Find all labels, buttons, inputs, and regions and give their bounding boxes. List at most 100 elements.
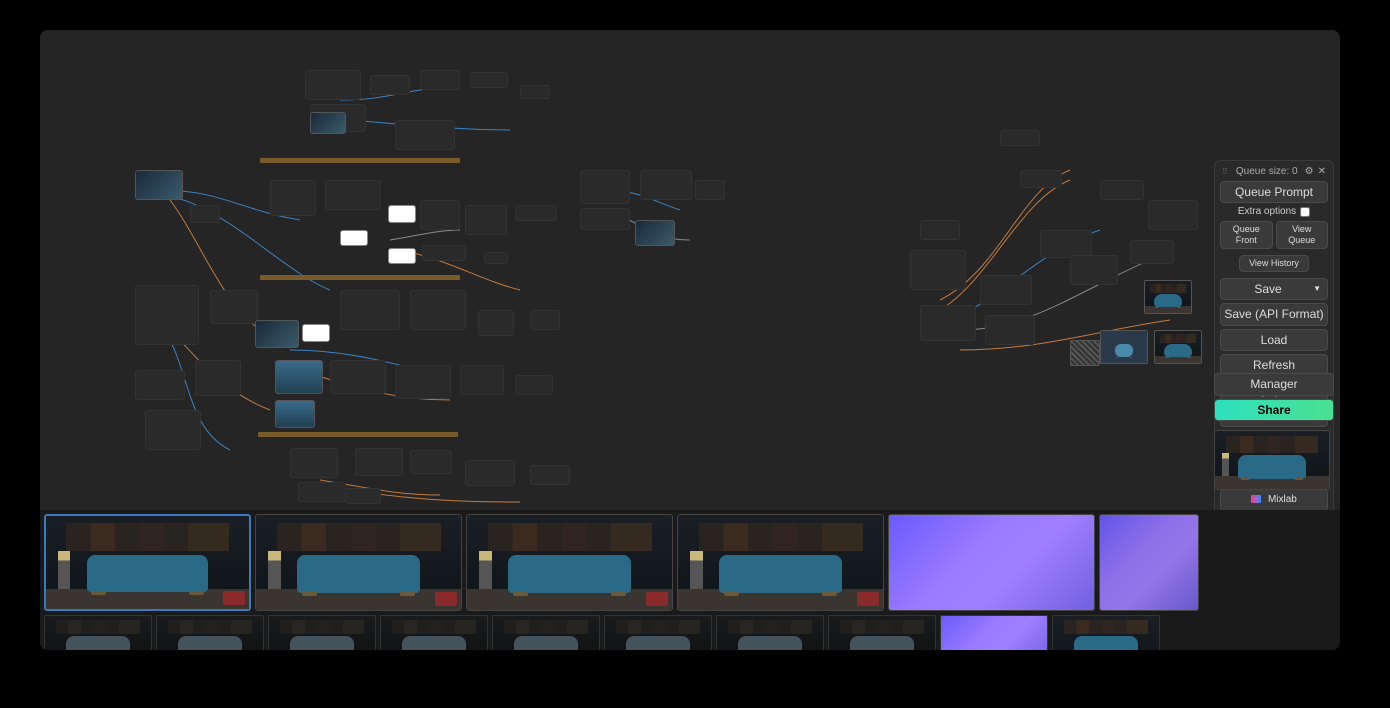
graph-node[interactable] (470, 72, 508, 88)
graph-node[interactable] (1100, 180, 1144, 200)
gallery-thumb[interactable] (492, 615, 600, 650)
graph-node[interactable] (515, 205, 557, 221)
graph-node[interactable] (145, 410, 201, 450)
graph-node[interactable] (920, 305, 976, 341)
gallery-row-top (44, 514, 1199, 611)
extra-options-row: Extra options (1220, 206, 1328, 217)
graph-node[interactable] (460, 365, 504, 395)
close-icon[interactable]: ✕ (1318, 166, 1326, 177)
graph-group-bar (258, 432, 458, 437)
graph-node[interactable] (910, 250, 966, 290)
graph-node[interactable] (370, 75, 410, 95)
graph-node[interactable] (1130, 240, 1174, 264)
drag-handle-icon[interactable]: ⠿ (1222, 167, 1229, 176)
graph-node[interactable] (465, 205, 507, 235)
queue-front-button[interactable]: Queue Front (1220, 221, 1273, 249)
graph-node[interactable] (395, 365, 451, 399)
gallery-thumb[interactable] (828, 615, 936, 650)
graph-node[interactable] (980, 275, 1032, 305)
gallery-thumb[interactable] (1052, 615, 1160, 650)
graph-node[interactable] (135, 285, 199, 345)
manager-button[interactable]: Manager (1214, 373, 1334, 395)
graph-node[interactable] (275, 360, 323, 394)
gallery-thumb[interactable] (466, 514, 673, 611)
graph-node[interactable] (340, 230, 368, 246)
gallery-thumb[interactable] (1099, 514, 1199, 611)
graph-node[interactable] (530, 310, 560, 330)
graph-node[interactable] (985, 315, 1035, 345)
graph-node[interactable] (420, 200, 460, 230)
graph-node[interactable] (388, 205, 416, 223)
graph-node[interactable] (695, 180, 725, 200)
gallery-thumb[interactable] (677, 514, 884, 611)
graph-node[interactable] (422, 245, 466, 261)
queue-prompt-button[interactable]: Queue Prompt (1220, 181, 1328, 203)
graph-node[interactable] (1020, 170, 1062, 188)
gear-icon[interactable]: ⚙ (1305, 166, 1314, 177)
gallery-thumb[interactable] (44, 615, 152, 650)
graph-node[interactable] (190, 205, 220, 223)
graph-node[interactable] (1000, 130, 1040, 146)
queue-size-label: Queue size: (1236, 166, 1289, 177)
graph-node[interactable] (355, 448, 403, 476)
graph-node[interactable] (298, 482, 346, 502)
extra-options-checkbox[interactable] (1300, 207, 1310, 217)
view-queue-button[interactable]: View Queue (1276, 221, 1329, 249)
graph-node[interactable] (135, 370, 185, 400)
graph-node[interactable] (478, 310, 514, 336)
graph-node[interactable] (580, 170, 630, 204)
graph-node[interactable] (465, 460, 515, 486)
graph-node[interactable] (420, 70, 460, 90)
graph-node[interactable] (345, 488, 381, 504)
graph-node[interactable] (520, 85, 550, 99)
graph-node[interactable] (1040, 230, 1092, 258)
graph-node[interactable] (325, 180, 381, 210)
graph-node[interactable] (395, 120, 455, 150)
graph-node[interactable] (635, 220, 675, 246)
graph-node[interactable] (1070, 255, 1118, 285)
share-button[interactable]: Share (1214, 399, 1334, 421)
graph-node[interactable] (195, 360, 241, 396)
graph-node[interactable] (640, 170, 692, 200)
graph-node[interactable] (410, 450, 452, 474)
gallery-thumb[interactable] (604, 615, 712, 650)
gallery-thumb[interactable] (888, 514, 1095, 611)
graph-node[interactable] (515, 375, 553, 395)
node-graph-canvas[interactable] (40, 30, 1340, 510)
gallery-thumb[interactable] (940, 615, 1048, 650)
graph-node[interactable] (920, 220, 960, 240)
flag-badge (223, 591, 245, 605)
graph-node[interactable] (290, 448, 338, 478)
graph-node[interactable] (580, 208, 630, 230)
view-history-button[interactable]: View History (1239, 255, 1309, 272)
graph-node[interactable] (305, 70, 361, 100)
graph-node[interactable] (135, 170, 183, 200)
graph-node[interactable] (1148, 200, 1198, 230)
output-preview[interactable] (1214, 430, 1330, 490)
gallery-thumb[interactable] (380, 615, 488, 650)
save-api-button[interactable]: Save (API Format) (1220, 303, 1328, 325)
graph-node[interactable] (340, 290, 400, 330)
gallery-thumb[interactable] (255, 514, 462, 611)
extra-options-label: Extra options (1238, 206, 1296, 217)
graph-node[interactable] (210, 290, 258, 324)
gallery-thumb[interactable] (156, 615, 264, 650)
graph-node[interactable] (530, 465, 570, 485)
graph-node[interactable] (310, 112, 346, 134)
save-dropdown-label: Save (1254, 282, 1281, 296)
graph-node[interactable] (270, 180, 316, 216)
graph-node[interactable] (255, 320, 299, 348)
gallery-thumb[interactable] (268, 615, 376, 650)
save-dropdown[interactable]: Save ▼ (1220, 278, 1328, 300)
graph-node[interactable] (484, 252, 508, 264)
graph-group-bar (260, 275, 460, 280)
graph-node[interactable] (330, 360, 386, 394)
graph-group-bar (260, 158, 460, 163)
load-button[interactable]: Load (1220, 329, 1328, 351)
graph-node[interactable] (410, 290, 466, 330)
gallery-thumb[interactable] (44, 514, 251, 611)
graph-node[interactable] (275, 400, 315, 428)
graph-node[interactable] (302, 324, 330, 342)
gallery-thumb[interactable] (716, 615, 824, 650)
graph-node[interactable] (388, 248, 416, 264)
